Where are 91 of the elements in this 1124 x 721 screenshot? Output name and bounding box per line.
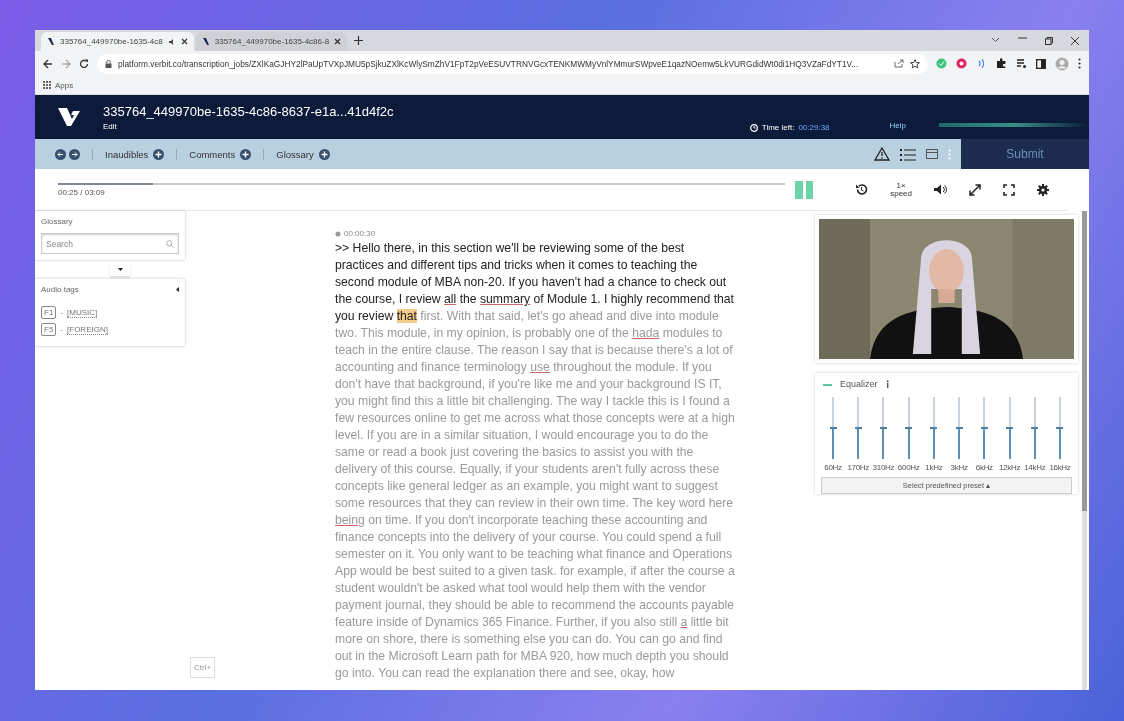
speed-button[interactable]: 1× speed [890, 181, 912, 198]
back-icon[interactable] [43, 58, 53, 69]
eq-slider[interactable] [980, 397, 988, 459]
playback-time: 00:25 / 03:09 [58, 187, 106, 197]
plus-circle-icon [240, 148, 252, 160]
panel-title: Audio tags [41, 285, 79, 294]
wireless-icon[interactable] [976, 58, 987, 69]
band-label: 14kHz [1024, 463, 1046, 472]
band-label: 310Hz [872, 463, 895, 472]
plus-circle-icon [153, 148, 165, 160]
job-title: 335764_449970be-1635-4c86-8637-e1a...41d4f2c [103, 103, 394, 119]
collapse-toggle[interactable] [110, 263, 130, 276]
restore-icon[interactable] [1045, 36, 1053, 45]
undo-icon[interactable] [55, 148, 66, 160]
tag-separator: - [60, 308, 63, 317]
band-label: 12kHz [998, 463, 1021, 472]
help-link[interactable]: Help [889, 121, 906, 139]
extension-icon[interactable] [956, 58, 967, 69]
side-panel-icon[interactable] [1036, 58, 1046, 69]
transcript-text[interactable]: >> Hello there, in this section we'll be reviewing some of the best practices and different tips and tricks when it comes to teaching the second module of MBA non-20. If you haven't had a chance to check out the course, I review all the summary of Module 1. I highly recommend that you review that first. With that said, let's go ahead and dive into module two. This module, in my opinion, is probably one of the hada modules to teach in the entire clause. The reason I say that is because there's a lot of accounting and finance terminology use throughout the module. If you don't have that background, if you're like me and your background IS IT, you might find this a little bit challenging. The way I tackle this is I found a few resources online to get me across what those concepts were at a high level. If you are in a similar situation, I would encourage you to do the same or read a book just covering the basics to assist you with the delivery of this course. Equally, if your students aren't fully across these concepts like general ledger as an example, you might want to suggest some resources that they can review in their own time. The key word here being on time. If you don't incorporate teaching these accounting and finance concepts into the delivery of your course. You could spend a full semester on it. You only want to be teaching what finance and Operations App would be best suited to a given task. for example, if after the course a student wouldn't be asked what tool would help them with the vendor payment journal, they should be able to recommend the accounts payable feature inside of Dynamics 365 Finance. Further, if you also still a little bit more on shore, there is something else you can do. You can go and find out in the Microsoft Learn path for MBA 920, how much depth you should go into. You can read the explanation there and see, okay, how [335, 240, 735, 682]
close-icon[interactable] [1071, 36, 1079, 45]
band-label: 600Hz [897, 463, 920, 472]
eq-slider[interactable] [879, 397, 887, 459]
settings-icon[interactable] [1037, 183, 1049, 196]
audio-tag-link[interactable]: [MUSIC] [67, 307, 98, 318]
search-field[interactable]: Search [41, 233, 179, 254]
eq-slider[interactable] [905, 397, 913, 459]
caret-icon [117, 268, 123, 271]
close-icon[interactable] [334, 38, 342, 45]
band-label: 170Hz [847, 463, 870, 472]
address-bar[interactable]: platform.verbit.co/transcription_jobs/ZXlKaGJHY2lPaUpTVXpJMU5pSjkuZXlKcWlySmZhV1FpT2pVeESUVTRNVGcxTENKMWMyVnlYMmurSWpveE1qazNOemw5LkVURGdidWt0di1HQ3VZaFdYT1V... [97, 53, 928, 74]
eq-slider[interactable] [1031, 397, 1039, 459]
chevron-down-icon[interactable] [991, 36, 1000, 43]
fullscreen-icon[interactable] [1003, 183, 1015, 196]
eq-slider[interactable] [854, 397, 862, 459]
eq-slider[interactable] [930, 397, 938, 459]
submit-button[interactable]: Submit [961, 139, 1089, 169]
speaker-icon[interactable] [167, 37, 176, 46]
warning-icon[interactable] [874, 147, 890, 161]
apps-grid-icon[interactable] [43, 81, 51, 89]
browser-tab[interactable]: 335764_449970be-1635-4c8 [41, 32, 194, 51]
playlist-icon[interactable] [1016, 58, 1027, 69]
panel-title: Equalizer [840, 379, 878, 389]
lock-icon [105, 59, 112, 68]
list-icon[interactable] [900, 147, 916, 161]
toolbar-button[interactable]: Inaudibles [92, 148, 177, 160]
puzzle-icon[interactable] [996, 58, 1007, 69]
share-icon[interactable] [894, 59, 904, 68]
panel-title: Glossary [41, 217, 74, 226]
clock-icon [335, 230, 341, 237]
volume-icon[interactable] [934, 184, 947, 195]
new-tab-icon[interactable] [353, 36, 363, 45]
caret-icon[interactable] [176, 287, 179, 292]
shortcut-key: F5 [41, 323, 57, 336]
band-label: 3kHz [950, 463, 968, 472]
favicon-icon [47, 37, 55, 46]
more-icon[interactable] [1078, 58, 1081, 69]
eq-slider[interactable] [1006, 397, 1014, 459]
band-label: 60Hz [824, 463, 842, 472]
progress-track[interactable] [58, 182, 786, 185]
minimize-icon[interactable] [1018, 36, 1027, 39]
expand-icon[interactable] [969, 183, 981, 196]
band-label: 16kHz [1049, 463, 1071, 472]
eq-slider[interactable] [955, 397, 963, 459]
time-left-label: Time left: [761, 123, 795, 132]
shortcut-key: F1 [41, 306, 57, 319]
close-icon[interactable] [180, 38, 188, 45]
eq-slider[interactable] [829, 397, 837, 459]
history-icon[interactable] [855, 183, 869, 196]
logo-icon[interactable] [58, 108, 80, 126]
redo-icon[interactable] [69, 148, 80, 160]
star-icon[interactable] [910, 58, 920, 69]
toolbar-button[interactable]: Glossary [263, 148, 342, 160]
timestamp: 00:00:30 [344, 229, 376, 238]
clock-icon [749, 123, 758, 132]
eq-slider[interactable] [1056, 397, 1064, 459]
audio-tag-link[interactable]: [FOREIGN] [67, 324, 108, 335]
time-left-value: 00:29:38 [798, 123, 830, 132]
info-icon[interactable] [885, 380, 889, 388]
bookmark-link[interactable]: Apps [55, 80, 74, 90]
reload-icon[interactable] [79, 58, 89, 69]
favicon-icon [201, 37, 210, 46]
tag-separator: - [60, 325, 63, 334]
edit-link[interactable]: Edit [103, 121, 394, 131]
layout-icon[interactable] [926, 149, 938, 159]
plus-circle-icon [318, 148, 330, 160]
band-label: 6kHz [975, 463, 993, 472]
scrollbar-thumb[interactable] [1082, 211, 1087, 511]
browser-tab[interactable]: 335764_449970be-1635-4c86-8 [195, 32, 348, 51]
toolbar-button[interactable]: Comments [176, 148, 264, 160]
band-label: 1kHz [925, 463, 943, 472]
